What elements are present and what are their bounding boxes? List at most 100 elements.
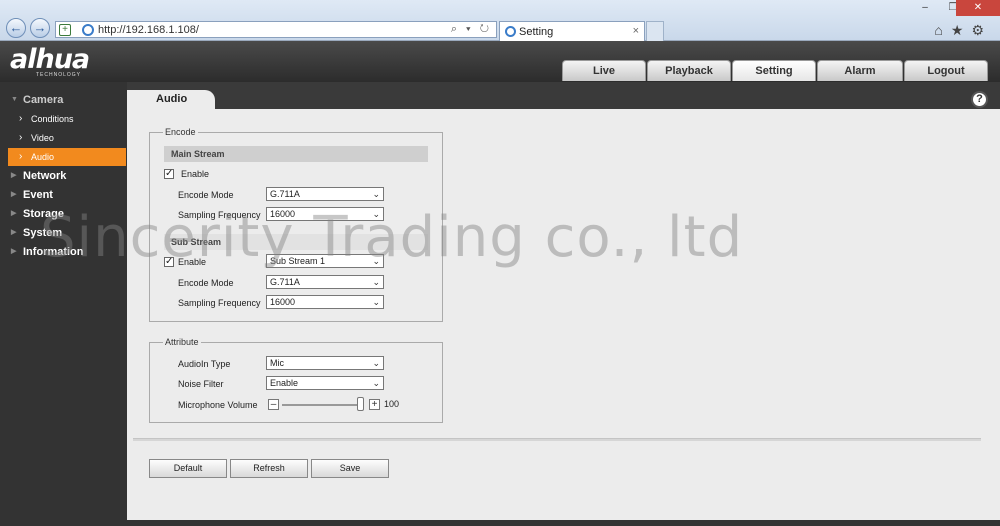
sub-stream-value: Sub Stream 1 [270, 256, 326, 266]
back-button[interactable]: ← [6, 18, 26, 38]
sidebar-subitem-label: Conditions [31, 114, 74, 124]
sidebar-item-label: Event [23, 189, 53, 201]
noise-filter-label: Noise Filter [178, 379, 224, 389]
address-bar[interactable]: + http://192.168.1.108/ ⌕ ▾ ↻ [55, 21, 497, 38]
main-sampling-select[interactable]: 16000 ⌄ [266, 207, 384, 221]
chevron-down-icon: ⌄ [372, 378, 380, 388]
brand-logo: alhua [10, 44, 90, 75]
chevron-down-icon: ⌄ [372, 209, 380, 219]
main-stream-heading: Main Stream [164, 146, 428, 162]
main-sampling-label: Sampling Frequency [178, 210, 261, 220]
tab-close-icon[interactable]: × [633, 25, 639, 37]
expand-arrow-icon: ▶ [11, 229, 17, 236]
chevron-down-icon: ⌄ [372, 297, 380, 307]
encode-legend: Encode [163, 127, 198, 137]
content-tab-bar: Audio ? [127, 82, 1000, 109]
noise-filter-select[interactable]: Enable ⌄ [266, 376, 384, 390]
sidebar-subitem-audio[interactable]: › Audio [8, 148, 126, 166]
main-enable-label: Enable [181, 169, 210, 179]
sidebar-item-information[interactable]: ▶ Information [0, 243, 127, 261]
sidebar-item-label: Network [23, 170, 67, 182]
chevron-right-icon: › [19, 151, 23, 162]
expand-arrow-icon: ▶ [11, 210, 17, 217]
sidebar-item-network[interactable]: ▶ Network [0, 167, 127, 185]
sidebar-item-event[interactable]: ▶ Event [0, 186, 127, 204]
chevron-down-icon: ⌄ [372, 358, 380, 368]
forward-button[interactable]: → [30, 18, 50, 38]
volume-decrease-button[interactable]: – [268, 399, 279, 410]
tab-audio[interactable]: Audio [127, 90, 215, 109]
sidebar-subitem-label: Video [31, 133, 54, 143]
chevron-down-icon: ⌄ [372, 277, 380, 287]
sub-enable-checkbox[interactable]: ✓ [164, 257, 174, 267]
tab-title: Setting [519, 26, 554, 38]
section-divider [133, 438, 981, 441]
sub-stream-select[interactable]: Sub Stream 1 ⌄ [266, 254, 384, 268]
chevron-down-icon: ⌄ [372, 256, 380, 266]
sidebar-item-system[interactable]: ▶ System [0, 224, 127, 242]
chevron-down-icon: ⌄ [372, 189, 380, 199]
sidebar-item-label: Camera [23, 94, 64, 106]
bottom-strip [127, 520, 1000, 526]
default-button[interactable]: Default [149, 459, 227, 478]
sub-encode-mode-select[interactable]: G.711A ⌄ [266, 275, 384, 289]
sub-encode-mode-label: Encode Mode [178, 278, 234, 288]
noise-filter-value: Enable [270, 378, 299, 388]
star-icon[interactable]: ★ [951, 22, 972, 38]
ie-page-icon [82, 24, 94, 36]
sub-sampling-select[interactable]: 16000 ⌄ [266, 295, 384, 309]
main-enable-checkbox[interactable]: ✓ [164, 169, 174, 179]
audioin-type-label: AudioIn Type [178, 359, 231, 369]
sidebar: ▼ Camera › Conditions › Video › Audio ▶ … [0, 82, 127, 526]
save-button[interactable]: Save [311, 459, 389, 478]
address-url[interactable]: http://192.168.1.108/ [98, 24, 199, 36]
sidebar-subitem-video[interactable]: › Video [0, 129, 127, 147]
nav-setting[interactable]: Setting [732, 60, 816, 81]
gear-icon[interactable]: ⚙ [971, 22, 992, 38]
sidebar-item-label: System [23, 227, 63, 239]
main-encode-mode-value: G.711A [270, 189, 300, 199]
chevron-right-icon: › [19, 113, 23, 124]
volume-slider-thumb[interactable] [357, 397, 364, 411]
chevron-right-icon: › [19, 132, 23, 143]
audioin-type-value: Mic [270, 358, 284, 368]
main-sampling-value: 16000 [270, 209, 296, 219]
expand-arrow-icon: ▶ [11, 191, 17, 198]
volume-increase-button[interactable]: + [369, 399, 380, 410]
expand-arrow-icon: ▶ [11, 248, 17, 255]
tab-page-icon [505, 26, 516, 37]
nav-playback[interactable]: Playback [647, 60, 731, 81]
nav-logout[interactable]: Logout [904, 60, 988, 81]
sub-sampling-value: 16000 [270, 297, 296, 307]
collapse-arrow-icon: ▼ [11, 96, 18, 103]
browser-tab-setting[interactable]: Setting × [499, 21, 645, 41]
attribute-legend: Attribute [163, 337, 201, 347]
close-window-icon[interactable]: ✕ [956, 0, 1000, 16]
nav-live[interactable]: Live [562, 60, 646, 81]
minimize-icon[interactable]: – [912, 0, 938, 16]
address-controls[interactable]: ⌕ ▾ ↻ [451, 23, 492, 36]
browser-chrome: – ❐ ✕ ← → + http://192.168.1.108/ ⌕ ▾ ↻ … [0, 0, 1000, 41]
sidebar-item-camera[interactable]: ▼ Camera [0, 91, 127, 109]
sidebar-item-storage[interactable]: ▶ Storage [0, 205, 127, 223]
volume-slider-track[interactable] [282, 404, 364, 406]
sub-sampling-label: Sampling Frequency [178, 298, 261, 308]
main-encode-mode-label: Encode Mode [178, 190, 234, 200]
expand-arrow-icon: ▶ [11, 172, 17, 179]
brand-logo-subtitle: TECHNOLOGY [36, 72, 82, 78]
main-encode-mode-select[interactable]: G.711A ⌄ [266, 187, 384, 201]
audioin-type-select[interactable]: Mic ⌄ [266, 356, 384, 370]
sidebar-subitem-conditions[interactable]: › Conditions [0, 110, 127, 128]
new-tab-button[interactable] [646, 21, 664, 41]
sidebar-subitem-label: Audio [31, 152, 55, 162]
home-icon[interactable]: ⌂ [934, 22, 950, 38]
nav-alarm[interactable]: Alarm [817, 60, 903, 81]
content-panel: Audio ? Encode Main Stream ✓ Enable Enco… [127, 82, 1000, 520]
sub-encode-mode-value: G.711A [270, 277, 300, 287]
help-icon[interactable]: ? [971, 91, 988, 108]
volume-value: 100 [384, 399, 400, 409]
refresh-button[interactable]: Refresh [230, 459, 308, 478]
compat-view-icon[interactable]: + [59, 24, 71, 36]
browser-tools: ⌂★⚙ [934, 22, 992, 39]
sub-stream-heading: Sub Stream [164, 234, 428, 250]
